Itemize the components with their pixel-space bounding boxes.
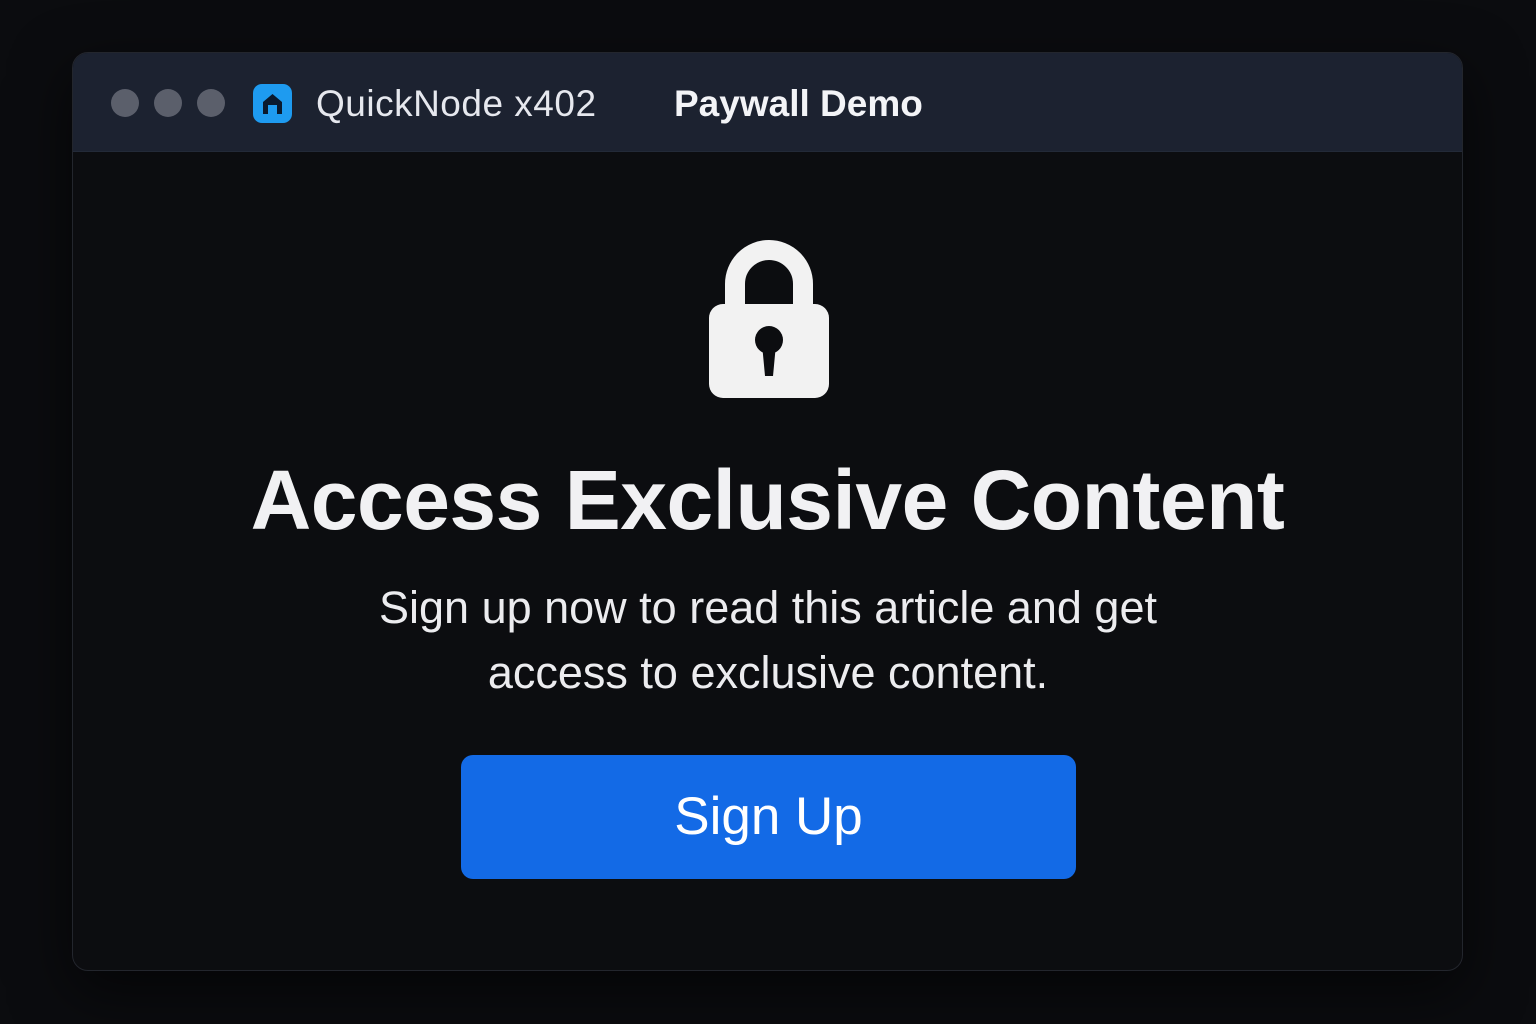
tab-title[interactable]: Paywall Demo [674,81,923,127]
title-bar: QuickNode x402 Paywall Demo [73,53,1462,152]
minimize-window-button[interactable] [154,89,182,117]
home-icon [253,84,292,123]
paywall-content: Access Exclusive Content Sign up now to … [73,152,1462,970]
browser-window: QuickNode x402 Paywall Demo Access Exclu… [72,52,1463,971]
close-window-button[interactable] [111,89,139,117]
paywall-headline: Access Exclusive Content [250,453,1285,547]
app-name: QuickNode x402 [316,83,597,124]
paywall-description: Sign up now to read this article and get… [379,582,1157,698]
lock-icon [707,236,831,400]
maximize-window-button[interactable] [197,89,225,117]
sign-up-button[interactable]: Sign Up [461,755,1076,879]
